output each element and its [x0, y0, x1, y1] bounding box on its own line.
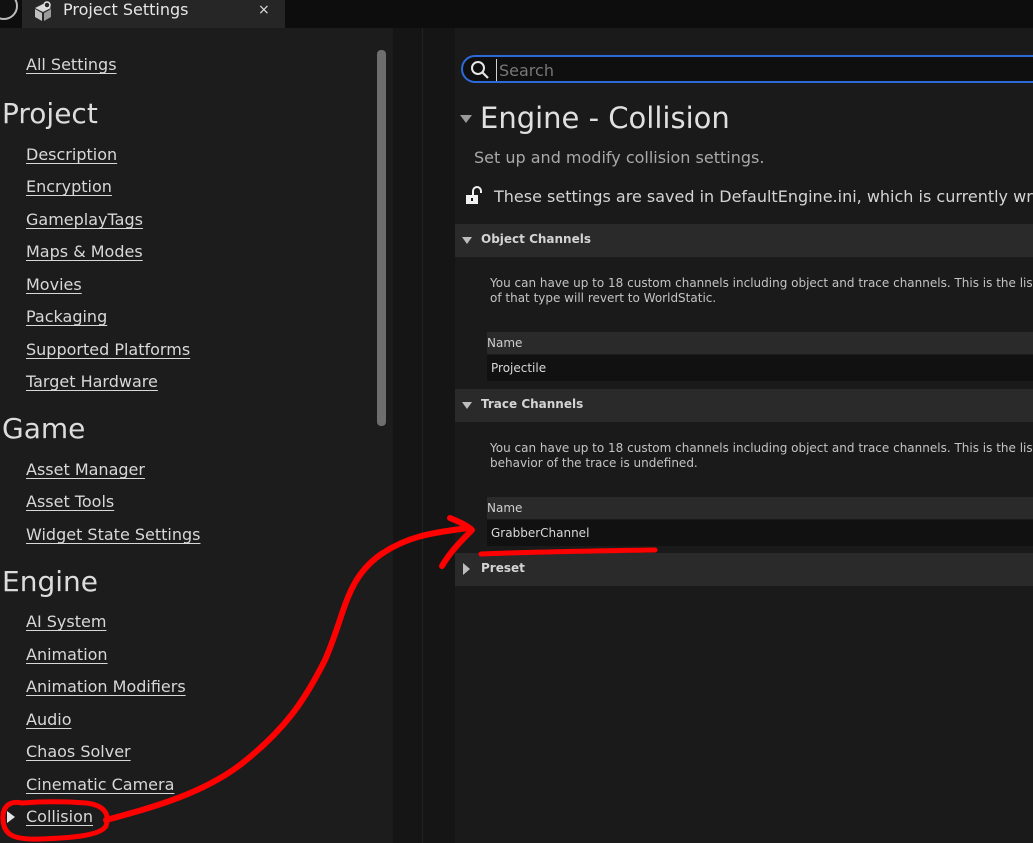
pane-divider[interactable] — [422, 28, 423, 843]
trace-channels-help-line1: You can have up to 18 custom channels in… — [490, 441, 1033, 455]
section-label: Trace Channels — [481, 397, 584, 411]
category-project: Project — [2, 97, 98, 130]
sidebar-item-cinematic-camera[interactable]: Cinematic Camera — [26, 775, 174, 794]
sidebar-item-gameplaytags[interactable]: GameplayTags — [26, 210, 143, 229]
channel-name: GrabberChannel — [491, 526, 590, 540]
sidebar-item-target-hardware[interactable]: Target Hardware — [26, 372, 158, 391]
tab-title: Project Settings — [63, 0, 189, 19]
sidebar-item-ai-system[interactable]: AI System — [26, 612, 106, 631]
table-row[interactable]: Projectile — [487, 355, 1033, 381]
sidebar-item-widget-state-settings[interactable]: Widget State Settings — [26, 525, 201, 544]
column-header-name: Name — [487, 501, 523, 515]
expand-arrow-icon — [463, 563, 470, 575]
object-channels-header: Name — [487, 332, 1033, 354]
close-icon[interactable]: × — [258, 0, 270, 20]
sidebar-item-supported-platforms[interactable]: Supported Platforms — [26, 340, 190, 359]
channel-name: Projectile — [491, 361, 547, 375]
object-channels-help-line2: of that type will revert to WorldStatic. — [490, 291, 717, 305]
section-object-channels[interactable]: Object Channels — [455, 224, 1033, 257]
sidebar-scrollbar[interactable] — [377, 50, 386, 426]
sidebar-item-audio[interactable]: Audio — [26, 710, 71, 729]
sidebar-item-asset-tools[interactable]: Asset Tools — [26, 492, 114, 511]
expand-arrow-icon[interactable] — [7, 811, 15, 823]
column-header-name: Name — [487, 336, 523, 350]
sidebar-item-maps-modes[interactable]: Maps & Modes — [26, 242, 143, 261]
object-channels-help-line1: You can have up to 18 custom channels in… — [490, 276, 1033, 290]
settings-cube-icon — [35, 1, 51, 21]
section-label: Object Channels — [481, 232, 591, 246]
sidebar-item-animation-modifiers[interactable]: Animation Modifiers — [26, 677, 186, 696]
section-preset[interactable]: Preset — [455, 553, 1033, 586]
collapse-arrow-icon — [462, 402, 472, 409]
category-game: Game — [2, 412, 86, 445]
sidebar-item-chaos-solver[interactable]: Chaos Solver — [26, 742, 131, 761]
sidebar-item-animation[interactable]: Animation — [26, 645, 108, 664]
tab-bar: Project Settings × — [0, 0, 1033, 28]
config-file-notice: These settings are saved in DefaultEngin… — [494, 187, 1033, 206]
search-icon — [471, 61, 489, 79]
project-settings-tab[interactable]: Project Settings × — [22, 0, 285, 28]
category-engine: Engine — [2, 565, 98, 598]
sidebar-item-collision[interactable]: Collision — [26, 807, 93, 826]
unreal-logo-icon — [0, 0, 18, 20]
page-title: Engine - Collision — [480, 101, 730, 135]
page-description: Set up and modify collision settings. — [474, 148, 765, 167]
trace-channels-header: Name — [487, 497, 1033, 519]
collapse-arrow-icon — [462, 237, 472, 244]
all-settings-link[interactable]: All Settings — [26, 55, 117, 74]
unlock-icon[interactable] — [464, 186, 484, 206]
collapse-arrow-icon[interactable] — [460, 115, 472, 123]
section-label: Preset — [481, 561, 525, 575]
trace-channels-help-line2: behavior of the trace is undefined. — [490, 456, 698, 470]
sidebar-item-movies[interactable]: Movies — [26, 275, 82, 294]
sidebar-item-description[interactable]: Description — [26, 145, 117, 164]
pane-gutter — [393, 28, 455, 843]
search-input[interactable] — [496, 59, 1033, 81]
sidebar-item-asset-manager[interactable]: Asset Manager — [26, 460, 145, 479]
search-box[interactable] — [461, 55, 1033, 83]
sidebar-item-encryption[interactable]: Encryption — [26, 177, 112, 196]
table-row[interactable]: GrabberChannel — [487, 520, 1033, 546]
section-trace-channels[interactable]: Trace Channels — [455, 389, 1033, 422]
sidebar-item-packaging[interactable]: Packaging — [26, 307, 107, 326]
